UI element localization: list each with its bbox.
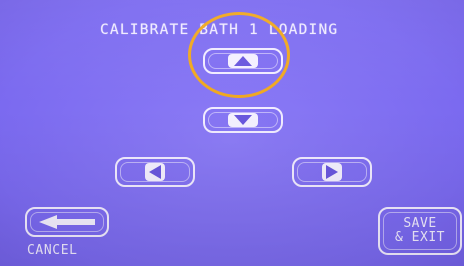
touch-screen: CALIBRATE BATH 1 LOADING CANCEL SAVE & E…	[0, 0, 464, 266]
save-exit-button[interactable]: SAVE & EXIT	[378, 207, 462, 255]
cancel-label: CANCEL	[27, 243, 78, 258]
arrow-right-icon	[322, 163, 342, 181]
screen-title: CALIBRATE BATH 1 LOADING	[100, 22, 339, 38]
cancel-button[interactable]	[25, 207, 109, 237]
right-arrow-button[interactable]	[292, 157, 372, 187]
down-arrow-button[interactable]	[203, 107, 283, 133]
arrow-up-icon	[228, 54, 258, 68]
up-arrow-button[interactable]	[203, 48, 283, 74]
arrow-down-icon	[228, 113, 258, 127]
arrow-left-icon	[145, 163, 165, 181]
left-arrow-button[interactable]	[115, 157, 195, 187]
